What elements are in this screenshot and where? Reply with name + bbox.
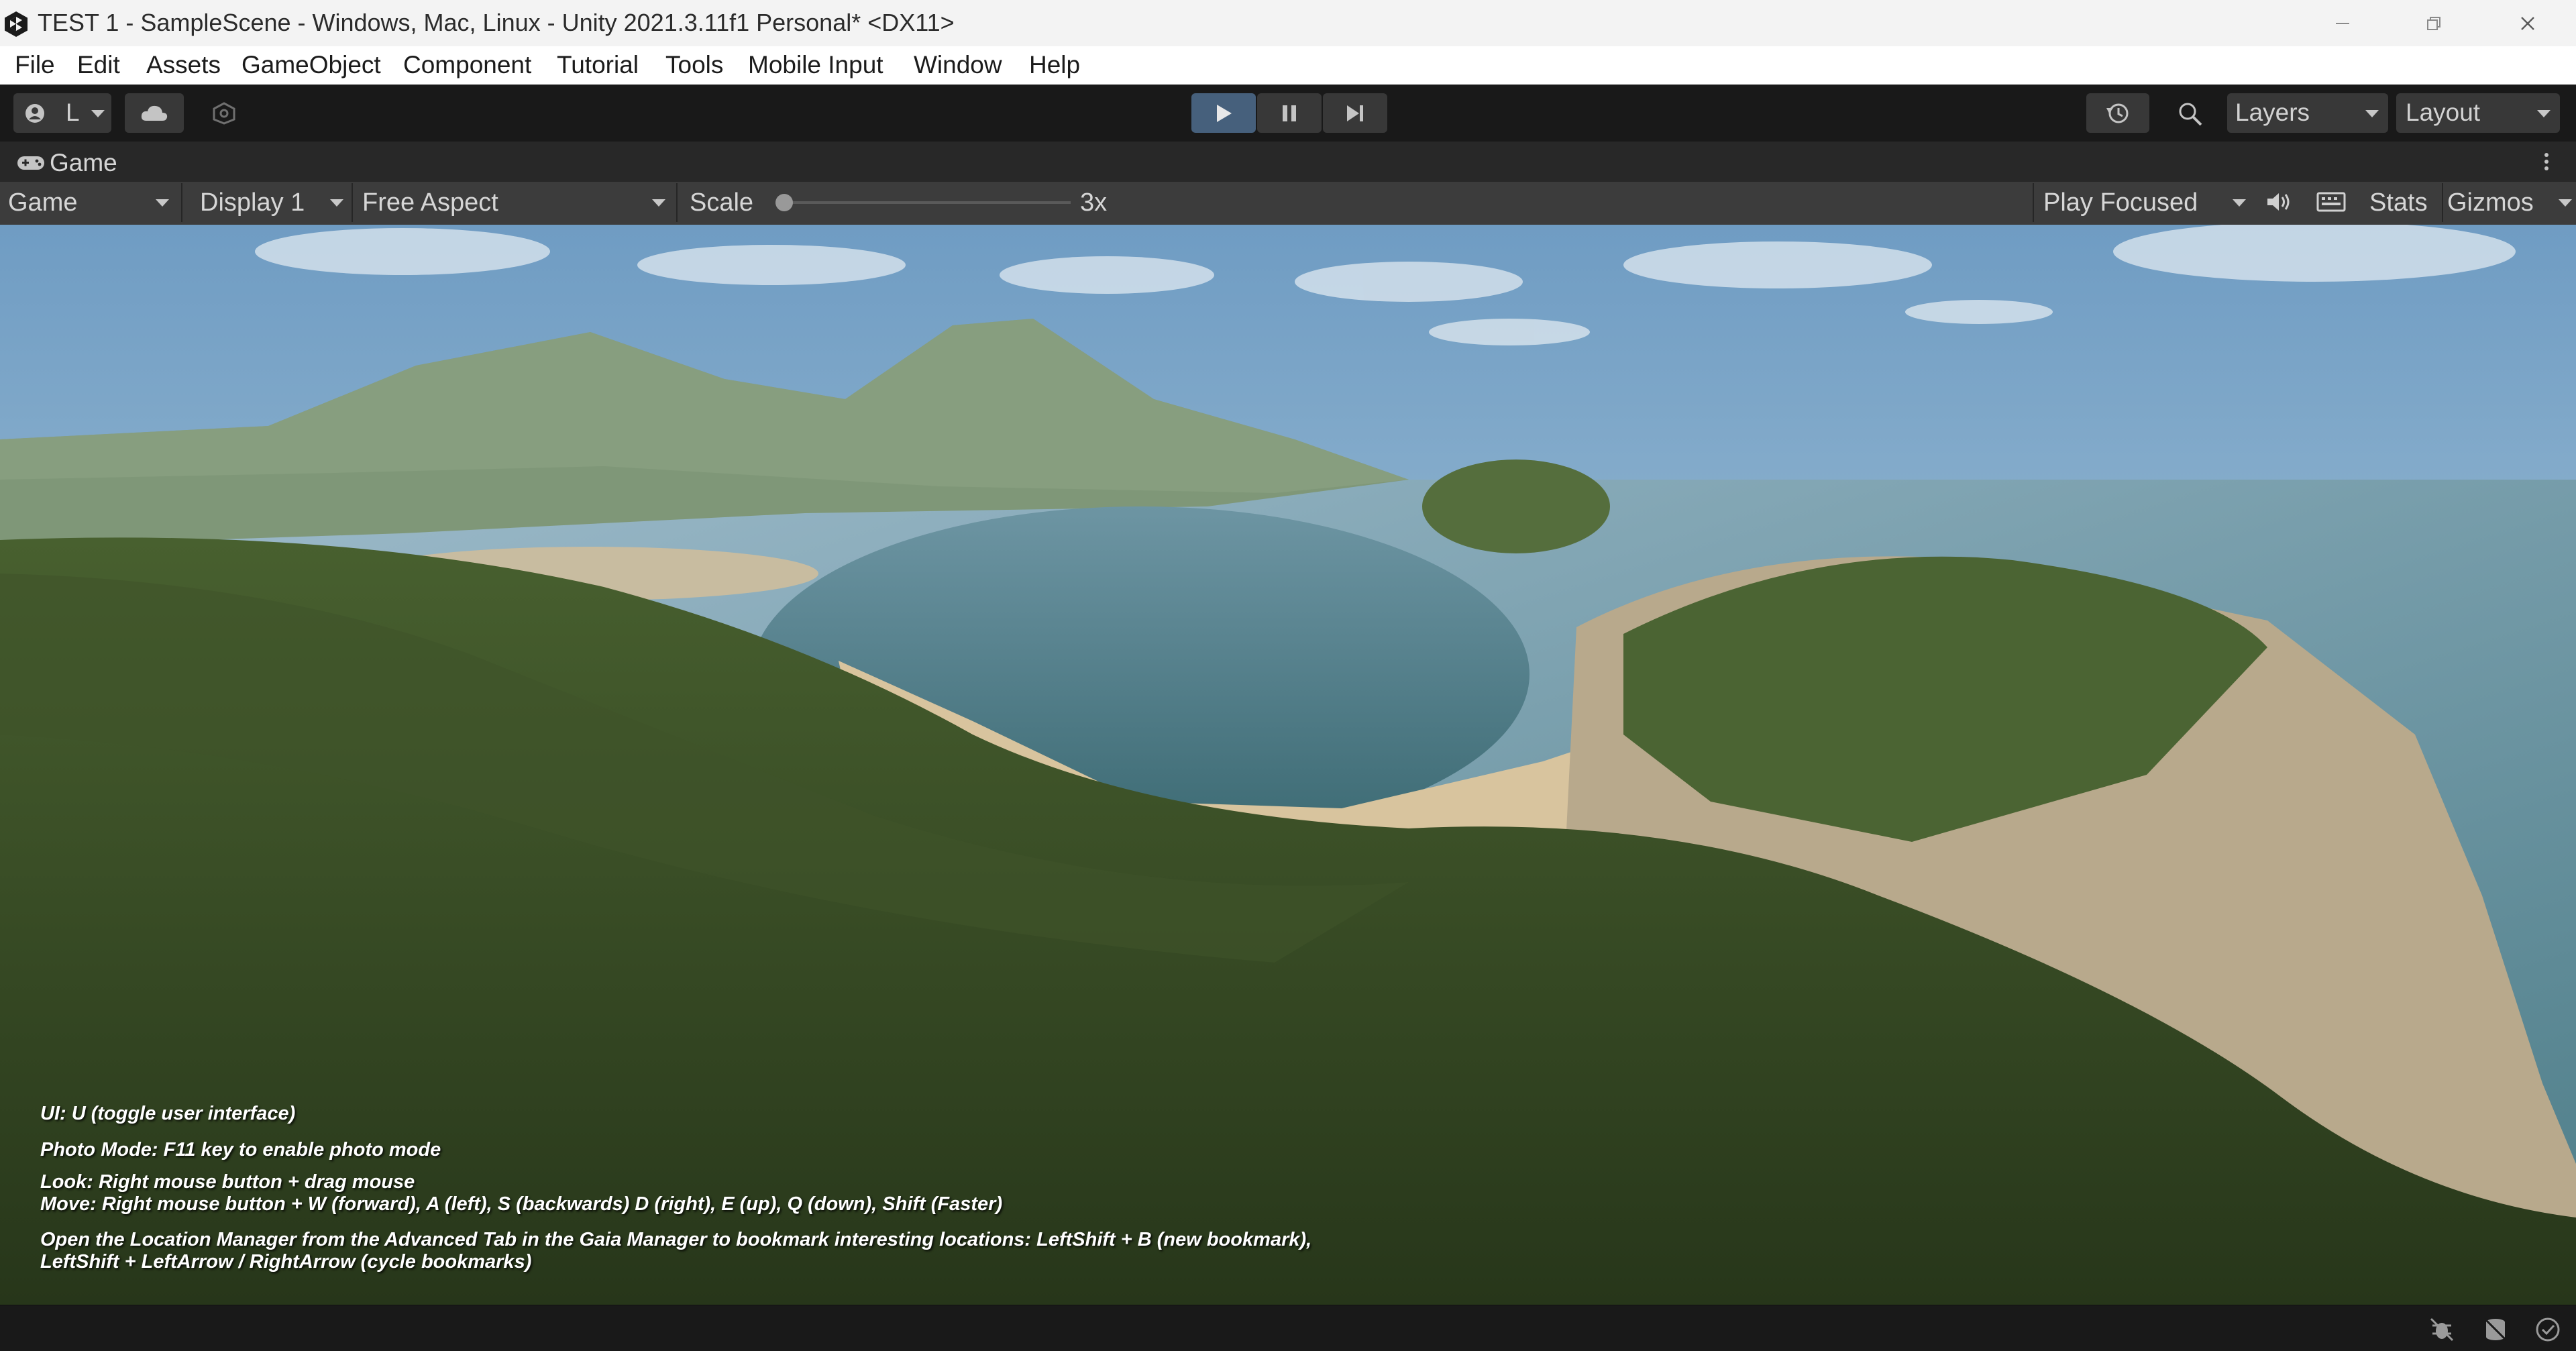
aspect-dropdown[interactable]: Free Aspect <box>353 183 678 222</box>
play-button[interactable] <box>1191 93 1256 133</box>
chevron-down-icon <box>330 199 343 207</box>
keyboard-icon[interactable] <box>2316 190 2347 214</box>
chevron-down-icon <box>652 199 665 207</box>
close-icon <box>2521 16 2534 30</box>
menu-tools[interactable]: Tools <box>665 52 723 78</box>
layout-label: Layout <box>2406 99 2481 126</box>
menu-edit[interactable]: Edit <box>77 52 120 78</box>
restore-icon <box>2427 16 2440 30</box>
account-icon <box>25 104 44 123</box>
history-icon <box>2106 103 2129 123</box>
pause-icon <box>1283 105 1296 121</box>
tab-game-label: Game <box>50 149 117 176</box>
scale-value: 3x <box>1080 188 1108 217</box>
close-button[interactable] <box>2482 0 2573 46</box>
layers-dropdown[interactable]: Layers <box>2227 93 2388 133</box>
restore-button[interactable] <box>2388 0 2479 46</box>
game-viewport[interactable]: UI: U (toggle user interface) Photo Mode… <box>0 225 2576 1305</box>
play-icon <box>1217 105 1232 122</box>
search-icon <box>2179 103 2202 126</box>
undo-history-button[interactable] <box>2086 93 2149 133</box>
unity-logo-icon <box>5 11 28 37</box>
hud-location-manager-text: Open the Location Manager from the Advan… <box>40 1229 1312 1250</box>
hud-look-text: Look: Right mouse button + drag mouse <box>40 1171 415 1193</box>
menu-file[interactable]: File <box>15 52 55 78</box>
scale-slider-handle[interactable] <box>775 194 793 211</box>
gizmos-label: Gizmos <box>2447 188 2534 217</box>
cloud-button[interactable] <box>125 93 184 133</box>
account-dropdown[interactable]: L <box>13 93 111 133</box>
minimize-button[interactable] <box>2297 0 2388 46</box>
cloud-icon <box>141 105 168 121</box>
chevron-down-icon <box>2559 199 2572 207</box>
gizmos-dropdown[interactable]: Gizmos <box>2442 183 2576 222</box>
collab-button[interactable] <box>196 93 255 133</box>
layers-label: Layers <box>2235 99 2310 126</box>
tab-bar: Game <box>0 142 2576 182</box>
window-title: TEST 1 - SampleScene - Windows, Mac, Lin… <box>38 9 955 36</box>
minimize-icon <box>2336 22 2349 24</box>
play-mode-dropdown[interactable]: Play Focused <box>2033 183 2254 222</box>
title-bar: TEST 1 - SampleScene - Windows, Mac, Lin… <box>0 0 2576 46</box>
scale-label: Scale <box>690 188 754 217</box>
hud-photo-mode-text: Photo Mode: F11 key to enable photo mode <box>40 1139 441 1160</box>
hud-move-text: Move: Right mouse button + W (forward), … <box>40 1193 1003 1215</box>
aspect-label: Free Aspect <box>362 188 498 217</box>
menu-assets[interactable]: Assets <box>146 52 221 78</box>
pause-button[interactable] <box>1257 93 1322 133</box>
layout-dropdown[interactable]: Layout <box>2396 93 2560 133</box>
collab-icon <box>213 102 235 125</box>
scale-slider[interactable] <box>775 194 1071 211</box>
audio-mute-icon[interactable] <box>2265 190 2294 214</box>
account-label: L <box>66 99 80 126</box>
menu-mobile-input[interactable]: Mobile Input <box>748 52 883 78</box>
game-view-toolbar: Game Display 1 Free Aspect Scale 3x Play… <box>0 182 2576 226</box>
chevron-down-icon <box>91 110 105 117</box>
display-dropdown[interactable]: Display 1 <box>192 183 353 222</box>
hud-bookmark-cycle-text: LeftShift + LeftArrow / RightArrow (cycl… <box>40 1251 532 1273</box>
cache-server-icon[interactable] <box>2482 1316 2509 1343</box>
stats-button[interactable]: Stats <box>2369 189 2428 216</box>
search-button[interactable] <box>2161 93 2219 133</box>
main-toolbar: L Layers Layout <box>0 85 2576 142</box>
view-mode-label: Game <box>8 188 78 217</box>
menu-window[interactable]: Window <box>914 52 1002 78</box>
checkmark-status-icon[interactable] <box>2534 1316 2561 1343</box>
menu-gameobject[interactable]: GameObject <box>241 52 381 78</box>
step-icon <box>1347 105 1363 121</box>
chevron-down-icon <box>2365 110 2379 117</box>
chevron-down-icon <box>156 199 169 207</box>
tab-game[interactable]: Game <box>9 142 130 182</box>
view-mode-dropdown[interactable]: Game <box>0 183 182 222</box>
debug-bug-icon[interactable] <box>2428 1316 2455 1343</box>
step-button[interactable] <box>1323 93 1387 133</box>
display-label: Display 1 <box>200 188 305 217</box>
menu-help[interactable]: Help <box>1029 52 1080 78</box>
chevron-down-icon <box>2537 110 2551 117</box>
menu-component[interactable]: Component <box>403 52 531 78</box>
menu-bar: File Edit Assets GameObject Component Tu… <box>0 46 2576 85</box>
gamepad-icon <box>17 156 44 170</box>
more-options-icon[interactable] <box>2540 150 2553 174</box>
play-mode-label: Play Focused <box>2043 188 2198 217</box>
status-bar <box>0 1305 2576 1351</box>
chevron-down-icon <box>2233 199 2246 207</box>
menu-tutorial[interactable]: Tutorial <box>557 52 639 78</box>
hud-ui-toggle-text: UI: U (toggle user interface) <box>40 1103 296 1124</box>
